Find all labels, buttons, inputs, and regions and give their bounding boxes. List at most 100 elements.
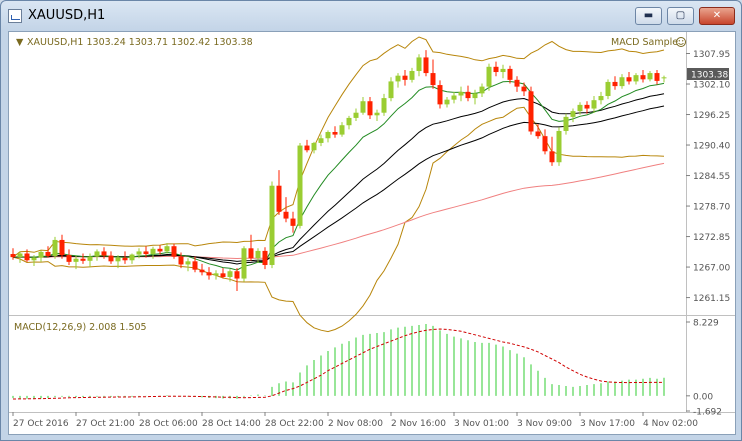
price-axis-label: 1272.85 bbox=[693, 233, 730, 243]
candle-body bbox=[465, 91, 471, 99]
candle-body bbox=[52, 239, 58, 257]
candle-body bbox=[388, 81, 394, 99]
candle-body bbox=[570, 111, 576, 117]
candle-body bbox=[612, 81, 618, 87]
maximize-icon: ▢ bbox=[675, 10, 686, 21]
expert-advisor-label[interactable]: MACD Sample bbox=[611, 37, 678, 48]
macd-info-line: MACD(12,26,9) 2.008 1.505 bbox=[14, 322, 147, 333]
candle-body bbox=[262, 250, 268, 265]
chart-area[interactable]: 1307.95 1302.10 1296.25 1290.40 1284.55 1278.… bbox=[8, 31, 736, 435]
time-axis-label: 27 Oct 2016 bbox=[13, 419, 69, 429]
minimize-icon: ▬ bbox=[643, 10, 654, 21]
candle-body bbox=[577, 104, 583, 112]
candle-body bbox=[556, 130, 562, 163]
candle-body bbox=[528, 91, 534, 132]
candle-body bbox=[479, 86, 485, 94]
candle-body bbox=[605, 81, 611, 97]
candle-body bbox=[486, 66, 492, 87]
candle-body bbox=[290, 218, 296, 226]
candle-body bbox=[458, 91, 464, 96]
candle-body bbox=[31, 257, 37, 261]
candle-body bbox=[73, 258, 79, 262]
candle-body bbox=[493, 66, 499, 73]
price-axis-label: 1296.25 bbox=[693, 111, 730, 121]
candle-body bbox=[409, 70, 415, 80]
close-icon: ✕ bbox=[712, 10, 722, 21]
price-info-line: XAUUSD,H1 1303.24 1303.71 1302.42 1303.3… bbox=[27, 37, 253, 48]
maximize-button[interactable]: ▢ bbox=[667, 7, 694, 25]
price-axis-label: 1267.00 bbox=[693, 264, 730, 274]
candle bbox=[528, 86, 534, 135]
candle-body bbox=[402, 75, 408, 80]
time-axis-label: 27 Oct 21:00 bbox=[76, 419, 135, 429]
candle-body bbox=[304, 145, 310, 151]
candle-body bbox=[311, 142, 317, 151]
candle-body bbox=[416, 57, 422, 71]
candle-body bbox=[374, 112, 380, 116]
candle-body bbox=[255, 250, 261, 259]
minimize-button[interactable]: ▬ bbox=[635, 7, 662, 25]
candle-body bbox=[115, 257, 121, 262]
candle-body bbox=[654, 73, 660, 81]
macd-axis-label: -1.692 bbox=[693, 408, 722, 418]
close-button[interactable]: ✕ bbox=[699, 7, 735, 25]
candle-body bbox=[444, 99, 450, 105]
candle-body bbox=[423, 57, 429, 74]
candle-body bbox=[199, 269, 205, 273]
candle-body bbox=[59, 239, 65, 256]
candle-body bbox=[584, 104, 590, 109]
candle bbox=[269, 181, 275, 269]
macd-axis-label: 0.00 bbox=[693, 392, 713, 402]
chart-window-icon bbox=[8, 9, 22, 23]
candle-body bbox=[367, 101, 373, 116]
price-axis-label: 1290.40 bbox=[693, 142, 730, 152]
candle-body bbox=[451, 95, 457, 100]
candle-body bbox=[521, 86, 527, 92]
candle-body bbox=[80, 258, 86, 261]
candle-body bbox=[136, 251, 142, 255]
price-axis-label: 1284.55 bbox=[693, 172, 730, 182]
time-axis-label: 28 Oct 06:00 bbox=[139, 419, 198, 429]
triangle-down-icon[interactable]: ▼ bbox=[16, 37, 24, 48]
time-axis-label: 3 Nov 17:00 bbox=[580, 419, 635, 429]
candle-body bbox=[101, 251, 107, 256]
price-axis-label: 1261.15 bbox=[693, 294, 730, 304]
candle-body bbox=[360, 101, 366, 113]
candle-body bbox=[591, 100, 597, 109]
candle-body bbox=[143, 251, 149, 255]
title-bar[interactable]: XAUUSD,H1 ▬ ▢ ✕ bbox=[1, 1, 741, 31]
candle bbox=[556, 127, 562, 166]
candle-body bbox=[178, 256, 184, 265]
candle-body bbox=[94, 251, 100, 257]
candle-body bbox=[598, 96, 604, 101]
candle-body bbox=[661, 77, 667, 79]
candle-body bbox=[430, 73, 436, 86]
candle-body bbox=[87, 256, 93, 261]
current-price-label: 1303.38 bbox=[691, 71, 728, 81]
candle-body bbox=[339, 125, 345, 135]
time-axis-label: 2 Nov 08:00 bbox=[328, 419, 383, 429]
time-axis-label: 28 Oct 22:00 bbox=[265, 419, 324, 429]
price-axis-label: 1278.70 bbox=[693, 203, 730, 213]
candle-body bbox=[227, 271, 233, 277]
candle-body bbox=[346, 117, 352, 126]
candle-body bbox=[500, 68, 506, 73]
candle-body bbox=[353, 112, 359, 118]
candle-body bbox=[542, 136, 548, 152]
candle-body bbox=[619, 77, 625, 87]
candle-body bbox=[276, 185, 282, 212]
candle-body bbox=[108, 255, 114, 262]
candle-body bbox=[171, 246, 177, 257]
candle-body bbox=[283, 211, 289, 219]
candle-body bbox=[164, 246, 170, 252]
candle-body bbox=[234, 271, 240, 279]
candle-body bbox=[640, 75, 646, 80]
candle-body bbox=[129, 254, 135, 261]
candle-body bbox=[563, 116, 569, 131]
candle-body bbox=[150, 248, 156, 255]
candle-body bbox=[24, 253, 30, 261]
candle-body bbox=[185, 261, 191, 265]
candle bbox=[52, 236, 58, 259]
candle bbox=[297, 142, 303, 229]
candle-body bbox=[549, 151, 555, 163]
